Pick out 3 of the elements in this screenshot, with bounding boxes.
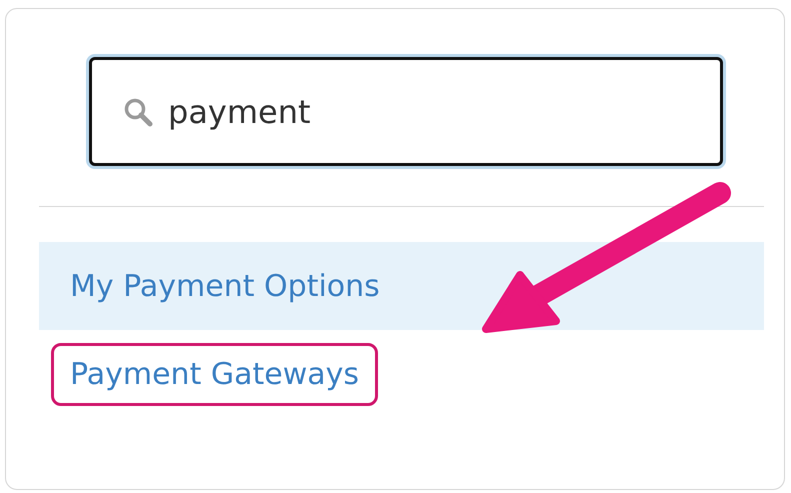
search-field[interactable]: payment — [89, 57, 723, 166]
search-icon — [123, 97, 153, 127]
search-result-link[interactable]: Payment Gateways — [51, 342, 378, 406]
